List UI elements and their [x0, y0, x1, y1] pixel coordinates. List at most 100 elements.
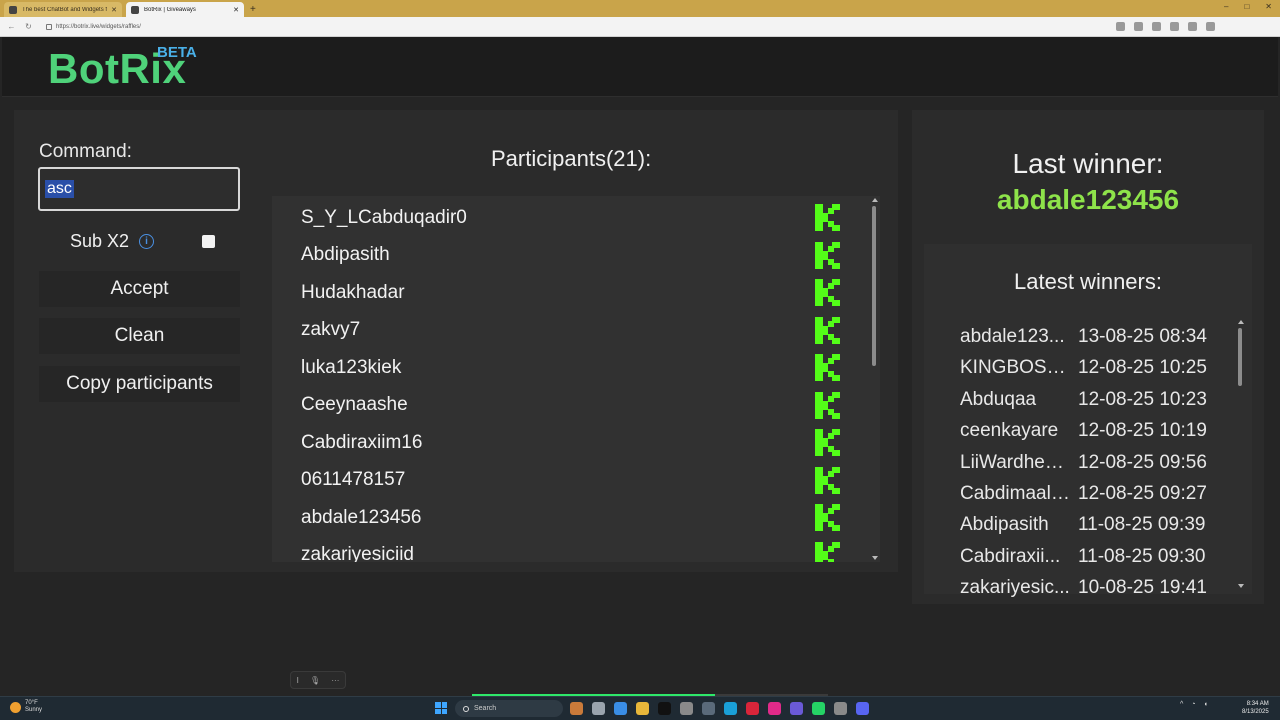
participant-row: zakvy7: [272, 312, 872, 349]
whatsapp-icon[interactable]: [812, 702, 825, 715]
back-icon[interactable]: ←: [6, 22, 17, 31]
kick-icon: [815, 504, 840, 531]
participant-row: Hudakhadar: [272, 274, 872, 311]
browser-tab-giveaways[interactable]: BotRix | Giveaways ✕: [126, 2, 244, 17]
tiktok-icon[interactable]: [658, 702, 671, 715]
tab-title: BotRix | Giveaways: [144, 6, 196, 13]
info-icon[interactable]: i: [139, 234, 155, 249]
app-icon[interactable]: [570, 702, 583, 715]
scroll-thumb[interactable]: [872, 206, 876, 366]
microphone-icon[interactable]: 🎙: [310, 676, 320, 685]
minimize-icon[interactable]: –: [1224, 2, 1228, 11]
participant-name: 0611478157: [301, 469, 406, 490]
network-icon[interactable]: ◔: [1191, 701, 1195, 708]
kick-icon: [815, 391, 840, 419]
participant-row: zakariyesiciid: [272, 537, 872, 562]
folder-icon[interactable]: [636, 702, 649, 715]
latest-winner-row: Cabdimaali... 12-08-25 09:27: [960, 483, 1240, 514]
discord-icon[interactable]: [856, 702, 869, 715]
participant-name: abdale123456: [301, 506, 422, 528]
kick-icon: [815, 204, 840, 231]
taskbar-clock[interactable]: 8:34 AM 8/13/2025: [1242, 700, 1269, 716]
winner-date: 13-08-25 08:34: [1078, 326, 1207, 347]
winner-date: 12-08-25 09:27: [1078, 483, 1207, 504]
participants-list[interactable]: S_Y_LCabduqadir0 Abdipasith Hudakhadar zakv…: [272, 196, 880, 562]
winner-date: 12-08-25 10:19: [1078, 420, 1207, 442]
accept-button[interactable]: Accept: [39, 271, 240, 307]
reload-icon[interactable]: ↻: [23, 22, 34, 31]
sub-x2-checkbox[interactable]: [202, 235, 215, 248]
volume-icon[interactable]: ◖: [1204, 701, 1208, 708]
participant-name: zakariyesiciid: [301, 544, 414, 562]
participant-row: Ceeynaashe: [272, 387, 872, 424]
new-tab-icon[interactable]: +: [250, 2, 256, 17]
winner-name: ceenkayare: [960, 420, 1059, 442]
participant-name: Cabdiraxiim16: [301, 431, 423, 453]
kick-icon: [815, 241, 840, 269]
app-icon[interactable]: [702, 702, 715, 715]
participant-row: 0611478157: [272, 462, 872, 499]
app-icon[interactable]: [790, 702, 803, 715]
sunny-icon: [10, 701, 21, 713]
opera-icon[interactable]: [746, 702, 759, 715]
tab-close-icon[interactable]: ✕: [111, 6, 117, 14]
more-menu-icon[interactable]: [1206, 22, 1215, 31]
copy-participants-button[interactable]: Copy participants: [39, 366, 240, 402]
profile-icon[interactable]: [1188, 22, 1197, 31]
winner-name: Cabdimaali...: [960, 483, 1070, 504]
latest-winner-row: ceenkayare 12-08-25 10:19: [960, 420, 1240, 451]
kick-icon: [815, 429, 840, 456]
extensions-icon[interactable]: [1152, 22, 1161, 31]
command-label: Command:: [39, 141, 132, 162]
participants-scrollbar[interactable]: [872, 198, 880, 560]
file-explorer-icon[interactable]: [592, 702, 605, 715]
last-winner-label: Last winner:: [1012, 148, 1164, 179]
participant-name: Ceeynaashe: [301, 394, 408, 415]
search-icon: [463, 705, 469, 712]
tab-close-icon[interactable]: ✕: [233, 6, 239, 14]
scroll-down-icon[interactable]: [872, 556, 878, 560]
scroll-up-icon[interactable]: [872, 198, 878, 202]
read-aloud-icon[interactable]: [1116, 22, 1125, 31]
app-icon[interactable]: [834, 702, 847, 715]
weather-widget[interactable]: 70°F Sunny: [10, 700, 42, 714]
clean-button[interactable]: Clean: [39, 318, 240, 354]
winner-date: 11-08-25 09:30: [1078, 545, 1206, 567]
kick-icon: [815, 541, 840, 562]
command-input-value: asc: [45, 180, 74, 198]
clock-date: 8/13/2025: [1242, 709, 1269, 715]
winner-date: 11-08-25 09:39: [1078, 514, 1206, 536]
app-header: BotRix BETA: [2, 37, 1278, 97]
browser-tab-chatbot[interactable]: The best ChatBot and Widgets fo ✕: [4, 2, 122, 17]
site-info-icon[interactable]: [46, 23, 52, 30]
app-icon[interactable]: [614, 702, 627, 715]
winner-panel: Last winner: abdale123456 Latest winners…: [912, 110, 1264, 604]
windows-start-icon[interactable]: [435, 702, 447, 714]
more-options-icon[interactable]: ···: [331, 676, 339, 685]
command-input[interactable]: asc: [38, 167, 240, 211]
windows-taskbar: 70°F Sunny Search ^ ◔ ◖ 8:34 AM 8/13/202…: [0, 696, 1280, 720]
app-icon[interactable]: [680, 702, 693, 715]
participant-name: luka123kiek: [301, 356, 402, 378]
favorite-icon[interactable]: [1134, 22, 1143, 31]
latest-winner-row: LiiWardhee... 12-08-25 09:56: [960, 452, 1240, 483]
winner-date: 12-08-25 10:23: [1078, 388, 1207, 410]
participant-name: Hudakhadar: [301, 281, 405, 303]
winner-date: 12-08-25 09:56: [1078, 451, 1207, 473]
close-window-icon[interactable]: ✕: [1265, 2, 1272, 11]
tab-favicon-icon: [131, 5, 139, 14]
collections-icon[interactable]: [1170, 22, 1179, 31]
participant-row: luka123kiek: [272, 349, 872, 386]
latest-winners-title: Latest winners:: [1014, 269, 1162, 294]
text-cursor-icon[interactable]: I: [297, 676, 299, 685]
weather-temp: 70°F: [25, 700, 38, 706]
maximize-icon[interactable]: □: [1244, 2, 1249, 11]
address-bar[interactable]: https://botrix.live/widgets/raffles/: [42, 20, 1102, 33]
tray-chevron-icon[interactable]: ^: [1180, 701, 1183, 708]
taskbar-search[interactable]: Search: [455, 700, 563, 717]
tiktok-studio-icon[interactable]: [768, 702, 781, 715]
latest-winner-row: Abdipasith 11-08-25 09:39: [960, 514, 1240, 545]
edge-icon[interactable]: [724, 702, 737, 715]
scroll-up-icon[interactable]: [1238, 320, 1244, 324]
kick-icon: [815, 354, 840, 381]
